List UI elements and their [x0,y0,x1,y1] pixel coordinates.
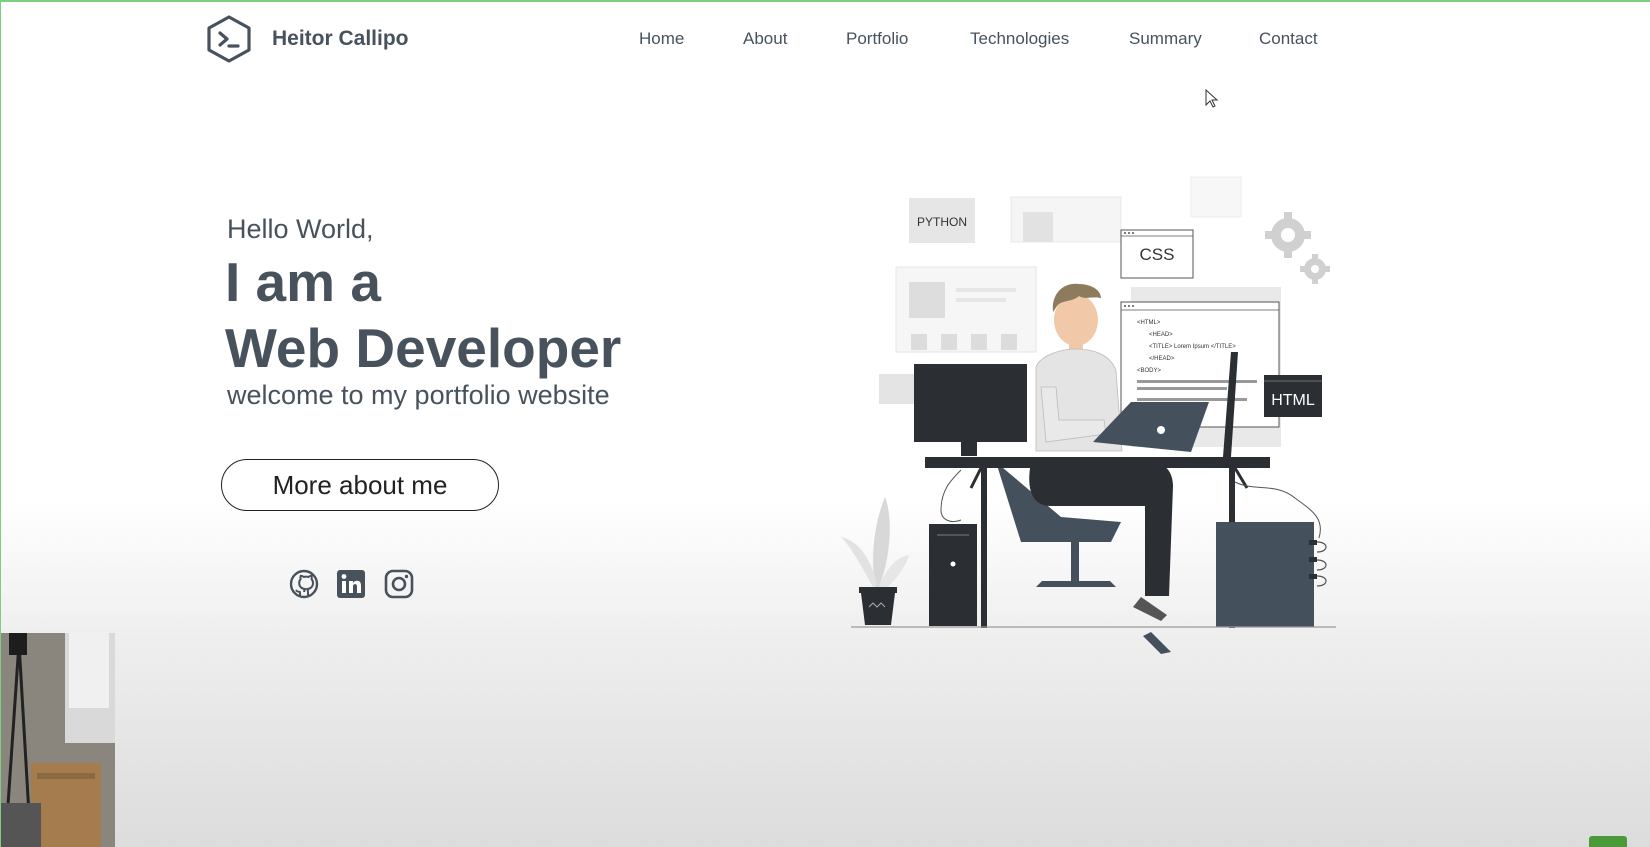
css-label: CSS [1140,245,1175,264]
html-label: HTML [1271,392,1315,409]
hero-subtitle: welcome to my portfolio website [227,380,610,410]
github-icon[interactable] [288,568,320,600]
gear-icon [1265,212,1330,284]
hero-title-line2: Web Developer [225,317,622,379]
plant-icon [841,497,909,625]
hero-greeting: Hello World, [227,214,374,244]
webcam-overlay [1,633,115,847]
site-header: Heitor Callipo Home About Portfolio Tech… [1,2,1650,77]
main-nav: Home About Portfolio Technologies Summar… [1,29,1650,53]
nav-home[interactable]: Home [639,29,684,49]
code-line: </HEAD> [1149,356,1175,362]
code-line: <TITLE> Lorem Ipsum </TITLE> [1149,344,1236,350]
code-line: <BODY> [1137,368,1162,374]
nav-summary[interactable]: Summary [1129,29,1202,49]
mouse-cursor-icon [1205,88,1219,109]
nav-about[interactable]: About [743,29,787,49]
linkedin-icon[interactable] [335,568,367,600]
python-label: PYTHON [917,215,967,229]
nav-portfolio[interactable]: Portfolio [846,29,908,49]
code-line: <HTML> [1137,320,1161,326]
nav-technologies[interactable]: Technologies [970,29,1069,49]
more-about-me-button[interactable]: More about me [221,459,499,511]
instagram-icon[interactable] [383,568,415,600]
status-badge [1589,836,1627,847]
hero-title-line1: I am a [225,251,381,313]
code-line: <HEAD> [1149,332,1173,338]
developer-illustration: PYTHON CSS <HTML> <HEAD> <TITLE> Lorem I… [831,162,1351,662]
nav-contact[interactable]: Contact [1259,29,1318,49]
